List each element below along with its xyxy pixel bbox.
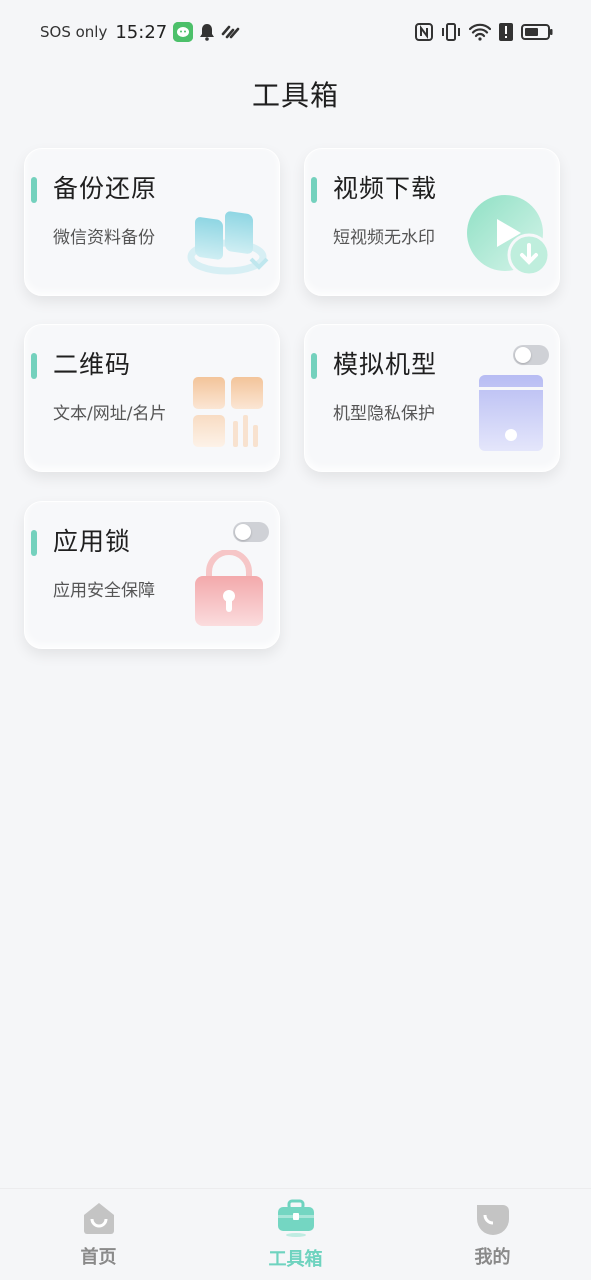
app-lock-icon bbox=[193, 549, 265, 632]
status-right bbox=[415, 22, 553, 42]
card-accent-bar bbox=[311, 177, 317, 203]
toolbox-icon bbox=[276, 1199, 316, 1241]
card-subtitle: 应用安全保障 bbox=[53, 581, 155, 601]
nav-label: 我的 bbox=[474, 1246, 511, 1268]
card-title: 视频下载 bbox=[333, 174, 438, 203]
nav-label: 首页 bbox=[80, 1246, 117, 1268]
tool-card-phone-model[interactable]: 模拟机型 机型隐私保护 bbox=[304, 324, 560, 472]
tool-card-qr-code[interactable]: 二维码 文本/网址/名片 bbox=[24, 324, 280, 472]
page-title: 工具箱 bbox=[251, 79, 339, 112]
card-title: 备份还原 bbox=[53, 174, 158, 203]
video-download-icon bbox=[467, 195, 553, 283]
wechat-notification-icon bbox=[173, 22, 194, 42]
bottom-nav: 首页 工具箱 我的 bbox=[0, 1188, 591, 1280]
toggle-knob bbox=[515, 347, 531, 363]
alert-sim-icon bbox=[499, 23, 513, 41]
profile-icon bbox=[475, 1201, 511, 1239]
battery-icon bbox=[521, 24, 553, 40]
nfc-icon bbox=[415, 23, 433, 41]
link-icon bbox=[221, 24, 241, 40]
card-accent-bar bbox=[31, 353, 37, 379]
card-subtitle: 文本/网址/名片 bbox=[53, 404, 167, 424]
tool-card-backup[interactable]: 备份还原 微信资料备份 bbox=[24, 148, 280, 296]
nav-item-home[interactable]: 首页 bbox=[39, 1201, 159, 1269]
clock: 15:27 bbox=[115, 21, 168, 43]
toggle-knob bbox=[235, 524, 251, 540]
card-title: 应用锁 bbox=[53, 527, 132, 556]
carrier-text: SOS only bbox=[40, 23, 108, 41]
card-subtitle: 机型隐私保护 bbox=[333, 404, 435, 424]
home-icon bbox=[80, 1201, 118, 1239]
phone-model-toggle[interactable] bbox=[513, 345, 549, 365]
wifi-icon bbox=[469, 23, 491, 41]
card-subtitle: 短视频无水印 bbox=[333, 228, 435, 248]
card-accent-bar bbox=[31, 530, 37, 556]
card-accent-bar bbox=[311, 353, 317, 379]
tool-card-app-lock[interactable]: 应用锁 应用安全保障 bbox=[24, 501, 280, 649]
qr-code-icon bbox=[193, 377, 265, 453]
card-title: 二维码 bbox=[53, 350, 132, 379]
tool-card-video-download[interactable]: 视频下载 短视频无水印 bbox=[304, 148, 560, 296]
phone-model-icon bbox=[477, 373, 545, 457]
bell-icon bbox=[199, 23, 215, 41]
card-title: 模拟机型 bbox=[333, 350, 438, 379]
app-lock-toggle[interactable] bbox=[233, 522, 269, 542]
card-accent-bar bbox=[31, 177, 37, 203]
nav-item-toolbox[interactable]: 工具箱 bbox=[236, 1199, 356, 1271]
backup-restore-icon bbox=[185, 197, 269, 281]
status-left: SOS only 15:27 bbox=[40, 22, 241, 43]
status-bar: SOS only 15:27 bbox=[0, 0, 591, 64]
card-subtitle: 微信资料备份 bbox=[53, 228, 155, 248]
nav-label: 工具箱 bbox=[268, 1248, 323, 1270]
vibrate-icon bbox=[441, 22, 461, 42]
nav-item-profile[interactable]: 我的 bbox=[433, 1201, 553, 1269]
